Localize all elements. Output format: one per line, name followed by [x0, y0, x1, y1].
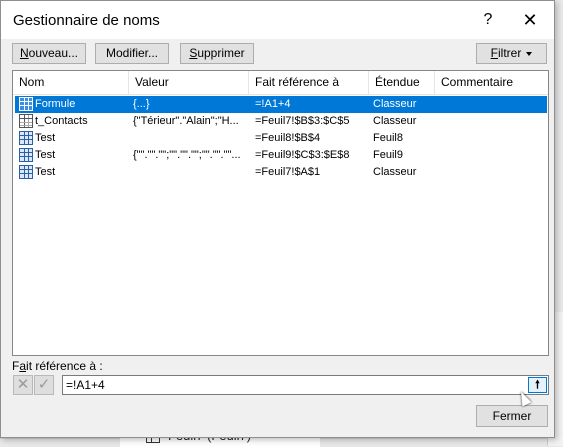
named-range-icon [19, 148, 33, 162]
cell-comment [439, 164, 539, 181]
new-button[interactable]: Nouveau... [12, 43, 86, 64]
cell-scope: Classeur [373, 98, 417, 110]
cell-value: {"Térieur"."Alain";"H... [133, 115, 239, 127]
named-range-icon [19, 131, 33, 145]
delete-button-label: upprimer [197, 46, 245, 60]
help-button[interactable]: ? [473, 7, 503, 33]
title-bar: Gestionnaire de noms ? ✕ [1, 1, 554, 39]
table-row[interactable]: Test =Feuil7!$A$1 Classeur [15, 164, 547, 181]
dialog-title: Gestionnaire de noms [13, 12, 160, 29]
list-header: Nom Valeur Fait référence à Étendue Comm… [13, 71, 548, 95]
cell-name: Test [35, 132, 56, 144]
filter-button[interactable]: Filtrer [476, 43, 547, 64]
edit-button[interactable]: Modifier... [95, 43, 169, 64]
cell-value [133, 164, 247, 181]
confirm-icon[interactable]: ✓ [34, 375, 54, 395]
cell-name: Formule [35, 98, 76, 110]
column-header-name[interactable]: Nom [13, 71, 129, 94]
cell-ref: =Feuil8!$B$4 [255, 132, 321, 144]
cell-scope: Feuil8 [373, 132, 403, 144]
cell-comment [439, 147, 539, 164]
cell-scope: Classeur [373, 166, 417, 178]
cell-scope: Classeur [373, 115, 417, 127]
close-icon[interactable]: ✕ [512, 7, 548, 33]
cell-comment [439, 96, 539, 113]
table-row[interactable]: Test =Feuil8!$B$4 Feuil8 [15, 130, 547, 147]
cell-ref: =Feuil7!$B$3:$C$5 [255, 115, 350, 127]
new-button-accel: N [19, 46, 29, 60]
named-range-icon [19, 165, 33, 179]
column-header-ref[interactable]: Fait référence à [249, 71, 369, 94]
column-header-scope[interactable]: Étendue [369, 71, 435, 94]
table-row[interactable]: t_Contacts {"Térieur"."Alain";"H... =Feu… [15, 113, 547, 130]
cell-value [133, 130, 247, 147]
filter-button-label: iltrer [498, 46, 522, 60]
cell-name: Test [35, 149, 56, 161]
cell-ref: =!A1+4 [255, 98, 291, 110]
column-header-comment[interactable]: Commentaire [435, 71, 548, 94]
table-row[interactable]: Test {"".""."";"".""."";""."".""... =Feu… [15, 147, 547, 164]
collapse-dialog-icon[interactable]: 🠕 [528, 377, 547, 393]
names-list[interactable]: Nom Valeur Fait référence à Étendue Comm… [12, 70, 549, 356]
cell-value: {"".""."";"".""."";""."".""... [133, 149, 241, 161]
name-manager-dialog: Gestionnaire de noms ? ✕ Nouveau... Modi… [0, 0, 555, 438]
refers-to-label-rest: it référence à : [26, 359, 103, 373]
cell-ref: =Feuil7!$A$1 [255, 166, 321, 178]
close-button[interactable]: Fermer [476, 405, 548, 427]
table-row[interactable]: Formule {...} =!A1+4 Classeur [15, 96, 547, 113]
new-button-label: ouveau... [28, 46, 79, 60]
delete-button[interactable]: Supprimer [180, 43, 254, 64]
cell-comment [439, 113, 539, 130]
cancel-icon[interactable]: ✕ [13, 375, 33, 395]
refers-to-input[interactable] [62, 375, 549, 395]
table-icon [19, 114, 33, 128]
column-header-value[interactable]: Valeur [129, 71, 249, 94]
cell-value: {...} [133, 98, 150, 110]
chevron-down-icon [526, 51, 533, 56]
filter-button-accel: F [490, 46, 498, 60]
refers-to-label: Fait référence à : [12, 359, 103, 373]
cell-ref: =Feuil9!$C$3:$E$8 [255, 149, 350, 161]
cell-comment [439, 130, 539, 147]
cell-name: Test [35, 166, 56, 178]
named-range-icon [19, 97, 33, 111]
cell-name: t_Contacts [35, 115, 88, 127]
cell-scope: Feuil9 [373, 149, 403, 161]
